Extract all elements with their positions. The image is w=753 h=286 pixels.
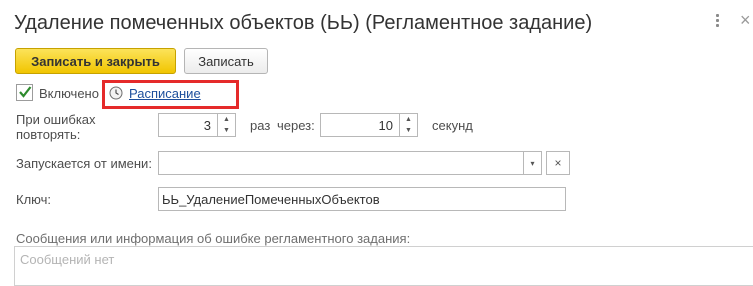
run-as-input[interactable] <box>158 151 524 175</box>
retry-interval-input[interactable]: 10 <box>320 113 400 137</box>
messages-textarea[interactable] <box>14 246 753 286</box>
key-input[interactable]: ЬЬ_УдалениеПомеченныхОбъектов <box>158 187 566 211</box>
checkmark-icon <box>19 86 32 98</box>
run-as-dropdown-button[interactable]: ▾ <box>524 151 542 175</box>
seconds-label: секунд <box>432 118 473 133</box>
enabled-checkbox[interactable] <box>16 84 33 101</box>
times-label: раз <box>250 118 271 133</box>
stepper-down-icon[interactable]: ▼ <box>223 127 230 134</box>
more-vertical-icon[interactable] <box>712 13 722 29</box>
save-button[interactable]: Записать <box>184 48 268 74</box>
retry-label-line1: При ошибках <box>16 112 96 127</box>
stepper-up-icon[interactable]: ▲ <box>405 116 412 123</box>
window-title: Удаление помеченных объектов (ЬЬ) (Регла… <box>14 12 593 34</box>
clear-icon: × <box>554 156 562 170</box>
close-icon[interactable]: × <box>740 10 751 31</box>
key-label: Ключ: <box>16 192 52 207</box>
messages-label: Сообщения или информация об ошибке регла… <box>16 231 411 246</box>
retry-count-input[interactable]: 3 <box>158 113 218 137</box>
chevron-down-icon: ▾ <box>530 158 535 168</box>
retry-interval-stepper[interactable]: ▲ ▼ <box>400 113 418 137</box>
stepper-down-icon[interactable]: ▼ <box>405 127 412 134</box>
through-label: через: <box>277 118 315 133</box>
retry-label-line2: повторять: <box>16 127 81 142</box>
run-as-label: Запускается от имени: <box>16 156 152 171</box>
highlight-box <box>102 80 239 109</box>
save-and-close-button[interactable]: Записать и закрыть <box>15 48 176 74</box>
stepper-up-icon[interactable]: ▲ <box>223 116 230 123</box>
retry-count-stepper[interactable]: ▲ ▼ <box>218 113 236 137</box>
messages-placeholder: Сообщений нет <box>20 252 115 267</box>
run-as-clear-button[interactable]: × <box>546 151 570 175</box>
enabled-label: Включено <box>39 86 99 101</box>
